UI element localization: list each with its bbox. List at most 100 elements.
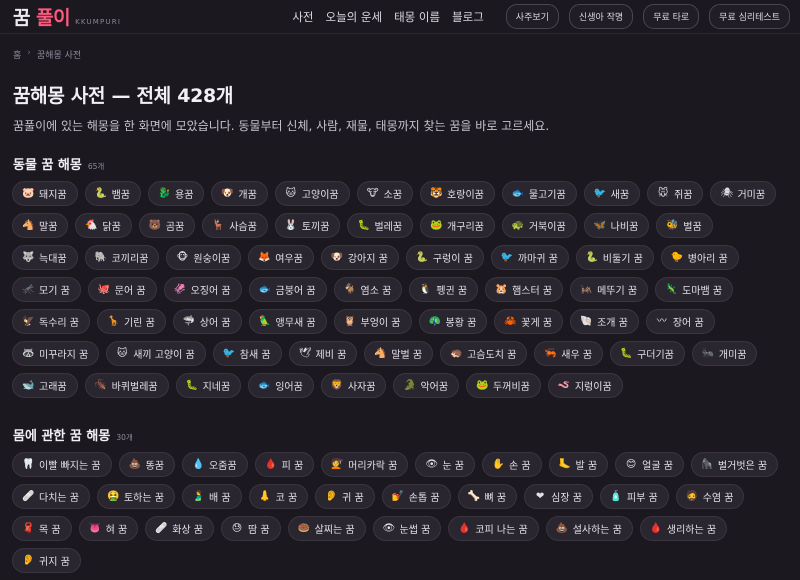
dream-chip[interactable]: 🐝 벌꿈 xyxy=(656,213,713,238)
dream-chip[interactable]: 🐻 곰꿈 xyxy=(138,213,196,238)
dream-chip[interactable]: 🐦 참새 꿈 xyxy=(212,341,282,366)
dream-chip[interactable]: 💧 오줌꿈 xyxy=(181,452,248,477)
dream-chip[interactable]: 🐴 말벌 꿈 xyxy=(364,341,434,366)
dream-chip[interactable]: 🐦 까마귀 꿈 xyxy=(490,245,569,270)
dream-chip[interactable]: 🐊 악어꿈 xyxy=(393,373,460,398)
dream-chip[interactable]: ❤ 심장 꿈 xyxy=(524,484,593,509)
dream-chip[interactable]: 🧣 목 꿈 xyxy=(12,516,72,541)
dream-chip[interactable]: 🦚 봉황 꿈 xyxy=(418,309,488,334)
dream-chip[interactable]: 🐟 물고기꿈 xyxy=(501,181,577,206)
dream-chip[interactable]: 🐺 늑대꿈 xyxy=(12,245,78,270)
dream-chip[interactable]: 🐢 거북이꿈 xyxy=(501,213,577,238)
dream-chip[interactable]: 🦒 기린 꿈 xyxy=(96,309,166,334)
dream-chip[interactable]: 🦶 발 꿈 xyxy=(548,452,609,477)
dream-chip[interactable]: 🐋 고래꿈 xyxy=(12,373,78,398)
dream-chip[interactable]: 💇 머리카락 꿈 xyxy=(321,452,409,477)
nav-link-dictionary[interactable]: 사전 xyxy=(292,9,313,25)
dream-chip[interactable]: 👃 코 꿈 xyxy=(248,484,309,509)
dream-chip[interactable]: 🐟 금붕어 꿈 xyxy=(248,277,327,302)
dream-chip[interactable]: 🐵 원숭이꿈 xyxy=(166,245,242,270)
dream-chip[interactable]: 🐧 펭귄 꿈 xyxy=(409,277,479,302)
dream-chip[interactable]: 🦈 상어 꿈 xyxy=(172,309,242,334)
dream-chip[interactable]: 🦐 새우 꿈 xyxy=(534,341,604,366)
dream-chip[interactable]: 🦉 부엉이 꿈 xyxy=(333,309,412,334)
dream-chip[interactable]: 👂 귀지 꿈 xyxy=(12,548,81,573)
dream-chip[interactable]: 🦴 뼈 꿈 xyxy=(457,484,518,509)
dream-chip[interactable]: 🐟 잉어꿈 xyxy=(248,373,314,398)
dream-chip[interactable]: 🐍 뱀꿈 xyxy=(84,181,142,206)
dream-chip[interactable]: 🐱 새끼 고양이 꿈 xyxy=(106,341,206,366)
dream-chip[interactable]: 🐜 개미꿈 xyxy=(691,341,758,366)
dream-chip[interactable]: 🦑 오징어 꿈 xyxy=(163,277,242,302)
dream-chip[interactable]: 🦊 여우꿈 xyxy=(248,245,314,270)
nav-link-blog[interactable]: 블로그 xyxy=(452,9,484,25)
dream-chip[interactable]: 🍩 살찌는 꿈 xyxy=(287,516,366,541)
dream-chip[interactable]: 🧴 피부 꿈 xyxy=(599,484,669,509)
dream-chip[interactable]: 🦎 도마뱀 꿈 xyxy=(655,277,734,302)
dream-chip[interactable]: 🦋 나비꿈 xyxy=(583,213,650,238)
dream-chip[interactable]: 🧔 수염 꿈 xyxy=(675,484,745,509)
dream-chip[interactable]: 🦗 메뚜기 꿈 xyxy=(570,277,649,302)
dream-chip[interactable]: 🐘 코끼리꿈 xyxy=(84,245,160,270)
dream-chip[interactable]: 🤮 토하는 꿈 xyxy=(96,484,175,509)
dream-chip[interactable]: 🐹 햄스터 꿈 xyxy=(485,277,564,302)
dream-chip[interactable]: 🐛 지네꿈 xyxy=(175,373,242,398)
dream-chip[interactable]: 😓 땀 꿈 xyxy=(220,516,281,541)
dream-chip[interactable]: 🐤 병아리 꿈 xyxy=(660,245,739,270)
site-logo[interactable]: 꿈 풀이 KKUMPURI xyxy=(13,3,121,30)
dream-chip[interactable]: 🦜 앵무새 꿈 xyxy=(248,309,327,334)
dream-chip[interactable]: 🐚 조개 꿈 xyxy=(570,309,639,334)
dream-chip[interactable]: 🦅 독수리 꿈 xyxy=(12,309,90,334)
dream-chip[interactable]: 🐍 비둘기 꿈 xyxy=(575,245,654,270)
dream-chip[interactable]: 🐐 염소 꿈 xyxy=(333,277,403,302)
free-tarot-button[interactable]: 무료 타로 xyxy=(643,4,700,29)
dream-chip[interactable]: 🐶 개꿈 xyxy=(211,181,268,206)
dream-chip[interactable]: 🩸 코피 나는 꿈 xyxy=(448,516,539,541)
dream-chip[interactable]: 💩 똥꿈 xyxy=(118,452,175,477)
dream-chip[interactable]: 🕷 거미꿈 xyxy=(710,181,777,206)
dream-chip[interactable]: 🐍 구렁이 꿈 xyxy=(405,245,484,270)
dream-chip[interactable]: 🩹 화상 꿈 xyxy=(145,516,214,541)
dream-chip[interactable]: 🐮 소꿈 xyxy=(356,181,414,206)
dream-chip[interactable]: 🕊 제비 꿈 xyxy=(288,341,358,366)
dream-chip[interactable]: 🐦 새꿈 xyxy=(583,181,641,206)
dream-chip[interactable]: 🐭 쥐꿈 xyxy=(647,181,704,206)
dream-chip[interactable]: 🐷 돼지꿈 xyxy=(12,181,78,206)
dream-chip[interactable]: 🐉 용꿈 xyxy=(148,181,205,206)
dream-chip[interactable]: 🐙 문어 꿈 xyxy=(87,277,157,302)
dream-chip[interactable]: ✋ 손 꿈 xyxy=(481,452,542,477)
baby-naming-button[interactable]: 신생아 작명 xyxy=(568,4,634,29)
breadcrumb-home[interactable]: 홈 xyxy=(13,48,21,61)
dream-chip[interactable]: 🩸 피 꿈 xyxy=(254,452,315,477)
dream-chip[interactable]: 🐸 개구리꿈 xyxy=(420,213,495,238)
dream-chip[interactable]: 🦍 벌거벗은 꿈 xyxy=(690,452,779,477)
dream-chip[interactable]: 🐛 벌레꿈 xyxy=(347,213,414,238)
dream-chip[interactable]: 🦷 이빨 빠지는 꿈 xyxy=(12,452,112,477)
dream-chip[interactable]: 🐸 두꺼비꿈 xyxy=(466,373,541,398)
dream-chip[interactable]: 👁 눈썹 꿈 xyxy=(372,516,442,541)
dream-chip[interactable]: 🦝 미꾸라지 꿈 xyxy=(12,341,100,366)
free-psych-test-button[interactable]: 무료 심리테스트 xyxy=(709,4,790,29)
dream-chip[interactable]: 🐴 말꿈 xyxy=(12,213,69,238)
dream-chip[interactable]: 🪳 바퀴벌레꿈 xyxy=(84,373,169,398)
dream-chip[interactable]: 👂 귀 꿈 xyxy=(315,484,375,509)
dream-chip[interactable]: 💅 손톱 꿈 xyxy=(381,484,451,509)
dream-chip[interactable]: 🩹 다치는 꿈 xyxy=(12,484,90,509)
dream-chip[interactable]: 🦁 사자꿈 xyxy=(320,373,387,398)
dream-chip[interactable]: 👁 눈 꿈 xyxy=(415,452,475,477)
dream-chip[interactable]: 🐯 호랑이꿈 xyxy=(420,181,495,206)
dream-chip[interactable]: 💩 설사하는 꿈 xyxy=(545,516,633,541)
dream-chip[interactable]: 🐶 강아지 꿈 xyxy=(320,245,399,270)
dream-chip[interactable]: 〰 장어 꿈 xyxy=(645,309,715,334)
dream-chip[interactable]: 🐔 닭꿈 xyxy=(75,213,132,238)
dream-chip[interactable]: 😊 얼굴 꿈 xyxy=(615,452,684,477)
dream-chip[interactable]: 🦀 꽃게 꿈 xyxy=(494,309,564,334)
dream-chip[interactable]: 🐛 구더기꿈 xyxy=(610,341,685,366)
dream-chip[interactable]: 🦔 고슴도치 꿈 xyxy=(440,341,528,366)
saju-button[interactable]: 사주보기 xyxy=(505,4,559,29)
dream-chip[interactable]: 🐰 토끼꿈 xyxy=(274,213,341,238)
dream-chip[interactable]: 🩸 생리하는 꿈 xyxy=(639,516,728,541)
dream-chip[interactable]: 👅 혀 꿈 xyxy=(78,516,139,541)
dream-chip[interactable]: 🪱 지렁이꿈 xyxy=(547,373,623,398)
dream-chip[interactable]: 🦌 사슴꿈 xyxy=(202,213,268,238)
